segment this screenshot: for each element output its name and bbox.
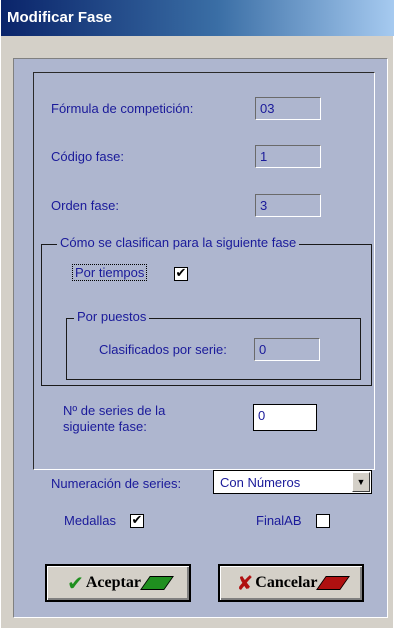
num-series-label-line2: siguiente fase: (63, 419, 147, 434)
aceptar-button[interactable]: ✔ Aceptar (45, 564, 191, 602)
check-icon: ✔ (67, 571, 84, 595)
numeracion-label: Numeración de series: (51, 476, 182, 491)
num-series-label-line1: Nº de series de la (63, 403, 166, 418)
finalab-checkbox[interactable] (316, 514, 330, 528)
por-puestos-legend: Por puestos (74, 309, 150, 324)
aceptar-label: Aceptar (86, 574, 141, 592)
medallas-label: Medallas (64, 513, 117, 528)
dropdown-arrow-icon[interactable]: ▼ (352, 472, 370, 492)
cancelar-label: Cancelar (255, 574, 317, 592)
clasificados-label: Clasificados por serie: (99, 342, 227, 357)
cancelar-button[interactable]: ✘ Cancelar (218, 564, 364, 602)
numeracion-value: Con Números (220, 475, 301, 490)
numeracion-select[interactable]: Con Números ▼ (213, 470, 372, 494)
medallas-checkbox[interactable]: ✔ (130, 514, 144, 528)
codigo-label: Código fase: (51, 149, 124, 164)
formula-label: Fórmula de competición: (51, 101, 194, 116)
red-stripe-icon (316, 576, 351, 590)
clasificados-field[interactable]: 0 (254, 338, 320, 361)
dialog-window: Modificar Fase Fórmula de competición: 0… (0, 0, 394, 628)
por-tiempos-checkbox[interactable]: ✔ (174, 267, 188, 281)
window-title: Modificar Fase (7, 9, 113, 26)
cancelar-text: Cancelar (255, 574, 318, 591)
orden-field[interactable]: 3 (255, 194, 321, 217)
aceptar-text: Aceptar (85, 574, 141, 591)
codigo-field[interactable]: 1 (255, 145, 321, 168)
title-bar[interactable]: Modificar Fase (1, 0, 394, 36)
por-tiempos-label[interactable]: Por tiempos (72, 264, 148, 281)
cross-icon: ✘ (236, 571, 254, 595)
formula-field[interactable]: 03 (255, 97, 321, 120)
num-series-input[interactable]: 0 (253, 404, 317, 431)
finalab-label: FinalAB (256, 513, 302, 528)
clasificacion-legend: Cómo se clasifican para la siguiente fas… (57, 235, 300, 250)
orden-label: Orden fase: (51, 198, 119, 213)
green-stripe-icon (140, 576, 174, 590)
